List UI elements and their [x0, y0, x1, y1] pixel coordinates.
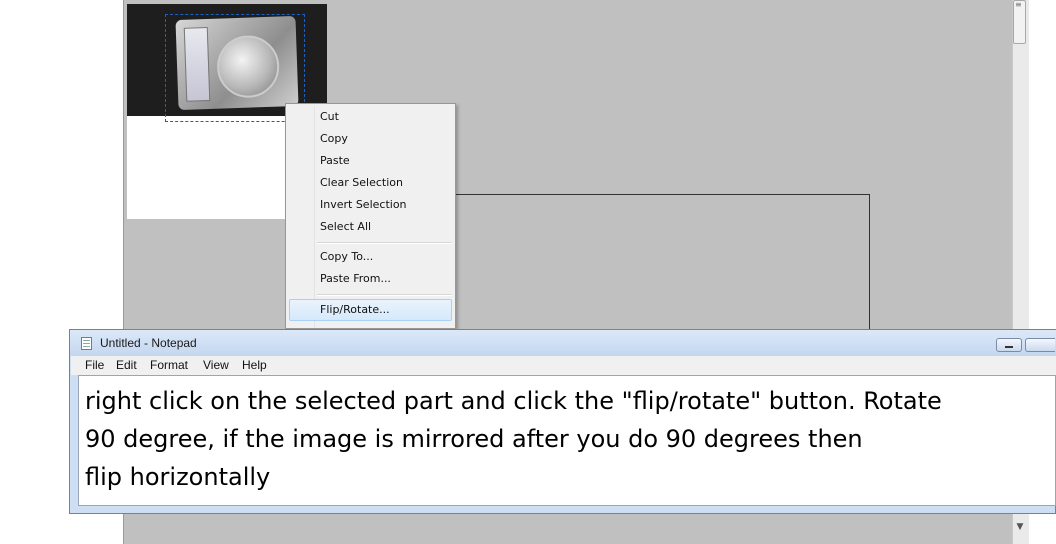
- menu-item-flip-rotate[interactable]: Flip/Rotate...: [289, 299, 452, 321]
- minimize-button[interactable]: [996, 338, 1022, 352]
- menu-item-paste-from[interactable]: Paste From...: [289, 268, 452, 290]
- menu-item-invert-selection[interactable]: Invert Selection: [289, 194, 452, 216]
- notepad-menubar: File Edit Format View Help: [71, 356, 1056, 376]
- menu-separator: [317, 294, 452, 296]
- menu-view[interactable]: View: [203, 358, 229, 372]
- menu-help[interactable]: Help: [242, 358, 267, 372]
- grip-icon: ≡: [1015, 0, 1022, 9]
- notepad-window: Untitled - Notepad File Edit Format View…: [69, 329, 1056, 514]
- menu-item-copy[interactable]: Copy: [289, 128, 452, 150]
- menu-item-clear-selection[interactable]: Clear Selection: [289, 172, 452, 194]
- rectangle-outline: [398, 194, 870, 329]
- menu-item-paste[interactable]: Paste: [289, 150, 452, 172]
- selection-rectangle[interactable]: [165, 14, 305, 122]
- notepad-titlebar[interactable]: Untitled - Notepad: [70, 330, 1056, 356]
- menu-edit[interactable]: Edit: [116, 358, 137, 372]
- menu-format[interactable]: Format: [150, 358, 188, 372]
- menu-item-cut[interactable]: Cut: [289, 106, 452, 128]
- menu-item-select-all[interactable]: Select All: [289, 216, 452, 238]
- maximize-button[interactable]: [1025, 338, 1055, 352]
- menu-file[interactable]: File: [85, 358, 104, 372]
- context-menu: Cut Copy Paste Clear Selection Invert Se…: [285, 103, 456, 329]
- menu-separator: [317, 242, 452, 244]
- scroll-down-arrow-icon[interactable]: ▼: [1013, 520, 1027, 534]
- notepad-icon: [81, 337, 92, 350]
- menu-item-copy-to[interactable]: Copy To...: [289, 246, 452, 268]
- notepad-title: Untitled - Notepad: [100, 336, 197, 350]
- notepad-text-area[interactable]: right click on the selected part and cli…: [78, 375, 1056, 506]
